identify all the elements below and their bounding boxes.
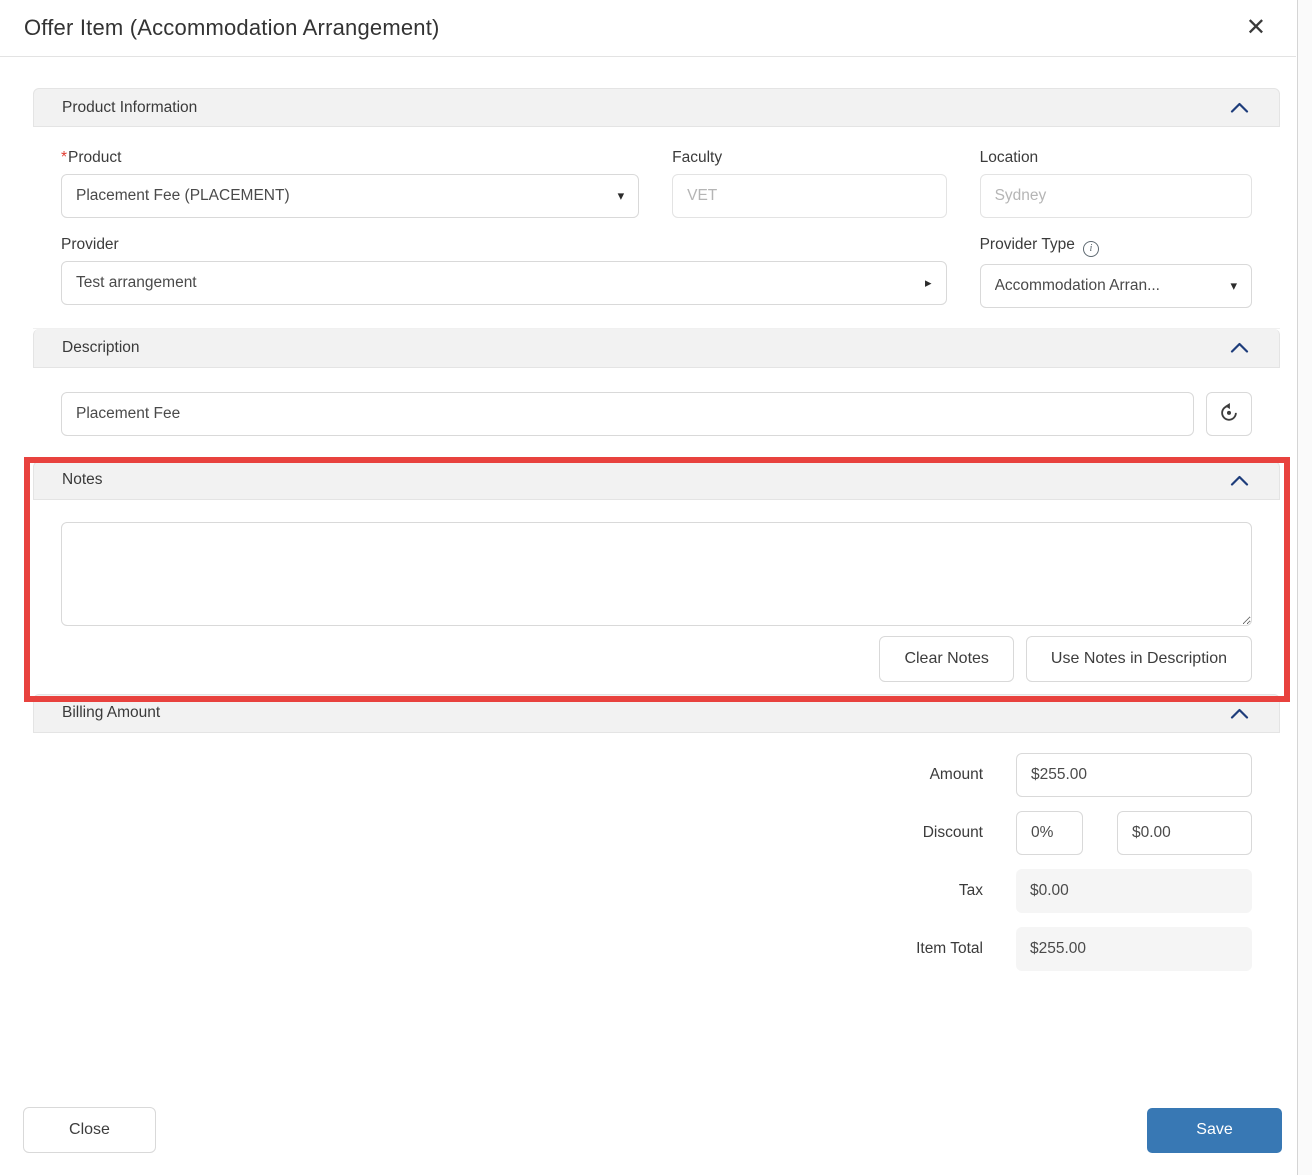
chevron-up-icon[interactable]	[1230, 475, 1249, 486]
amount-input[interactable]	[1016, 753, 1252, 797]
tax-label: Tax	[61, 882, 983, 900]
offer-item-modal: Offer Item (Accommodation Arrangement) ✕…	[0, 0, 1296, 1175]
section-title: Billing Amount	[62, 704, 160, 722]
notes-actions: Clear Notes Use Notes in Description	[61, 636, 1252, 682]
modal-title: Offer Item (Accommodation Arrangement)	[24, 15, 440, 41]
discount-percent-input[interactable]	[1016, 811, 1083, 855]
discount-label: Discount	[61, 824, 983, 842]
info-icon[interactable]: i	[1083, 241, 1099, 257]
provider-field: Provider Test arrangement ▸	[61, 236, 947, 308]
provider-type-field: Provider Type i Accommodation Arran... ▾	[980, 236, 1252, 308]
modal-header: Offer Item (Accommodation Arrangement) ✕	[0, 0, 1296, 57]
description-header[interactable]: Description	[33, 329, 1280, 368]
chevron-up-icon[interactable]	[1230, 708, 1249, 719]
section-title: Description	[62, 339, 140, 357]
provider-type-value: Accommodation Arran...	[995, 277, 1160, 295]
section-product-information: Product Information *Product Placement F…	[33, 88, 1280, 329]
item-total-value: $255.00	[1016, 927, 1252, 971]
tax-value: $0.00	[1016, 869, 1252, 913]
location-field: Location	[980, 149, 1252, 218]
chevron-down-icon: ▾	[1230, 278, 1237, 294]
modal-footer: Close Save	[0, 1107, 1296, 1175]
modal-body: Product Information *Product Placement F…	[0, 57, 1296, 995]
required-asterisk: *	[61, 149, 67, 166]
chevron-up-icon[interactable]	[1230, 342, 1249, 353]
section-title: Product Information	[62, 99, 197, 117]
notes-highlight-region: Notes Clear Notes Use Notes in Descripti…	[33, 461, 1280, 694]
restore-icon	[1218, 401, 1240, 426]
close-button[interactable]: Close	[23, 1107, 156, 1153]
notes-textarea[interactable]	[61, 522, 1252, 626]
section-title: Notes	[62, 471, 103, 489]
item-total-row: Item Total $255.00	[61, 927, 1252, 971]
save-button[interactable]: Save	[1147, 1108, 1282, 1153]
faculty-input	[672, 174, 946, 218]
provider-value: Test arrangement	[76, 274, 197, 292]
notes-header[interactable]: Notes	[33, 461, 1280, 500]
provider-type-dropdown[interactable]: Accommodation Arran... ▾	[980, 264, 1252, 308]
discount-amount-input[interactable]	[1117, 811, 1252, 855]
reset-description-button[interactable]	[1206, 392, 1252, 436]
provider-type-label: Provider Type	[980, 236, 1075, 253]
amount-label: Amount	[61, 766, 983, 784]
amount-row: Amount	[61, 753, 1252, 797]
chevron-up-icon[interactable]	[1230, 102, 1249, 113]
product-field: *Product Placement Fee (PLACEMENT) ▾	[61, 149, 639, 218]
product-information-header[interactable]: Product Information	[33, 88, 1280, 127]
background-page-strip	[1297, 0, 1312, 1175]
tax-row: Tax $0.00	[61, 869, 1252, 913]
faculty-field: Faculty	[672, 149, 946, 218]
section-billing-amount: Billing Amount Amount Discount	[33, 694, 1280, 993]
item-total-label: Item Total	[61, 940, 983, 958]
faculty-label: Faculty	[672, 149, 946, 167]
description-input[interactable]	[61, 392, 1194, 436]
location-input	[980, 174, 1252, 218]
provider-picker[interactable]: Test arrangement ▸	[61, 261, 947, 305]
chevron-right-icon: ▸	[925, 275, 932, 291]
location-label: Location	[980, 149, 1252, 167]
close-icon[interactable]: ✕	[1242, 12, 1270, 44]
chevron-down-icon: ▾	[618, 188, 625, 204]
discount-row: Discount	[61, 811, 1252, 855]
section-description: Description	[33, 329, 1280, 461]
product-dropdown[interactable]: Placement Fee (PLACEMENT) ▾	[61, 174, 639, 218]
product-information-body: *Product Placement Fee (PLACEMENT) ▾ Fac…	[33, 127, 1280, 329]
notes-body: Clear Notes Use Notes in Description	[33, 500, 1280, 694]
product-value: Placement Fee (PLACEMENT)	[76, 187, 290, 205]
section-notes: Notes Clear Notes Use Notes in Descripti…	[33, 461, 1280, 694]
product-label: Product	[68, 149, 121, 166]
description-body	[33, 368, 1280, 461]
billing-body: Amount Discount Tax $0.00 Item Total	[33, 733, 1280, 993]
provider-label: Provider	[61, 236, 947, 254]
clear-notes-button[interactable]: Clear Notes	[879, 636, 1013, 682]
use-notes-in-description-button[interactable]: Use Notes in Description	[1026, 636, 1252, 682]
billing-amount-header[interactable]: Billing Amount	[33, 694, 1280, 733]
